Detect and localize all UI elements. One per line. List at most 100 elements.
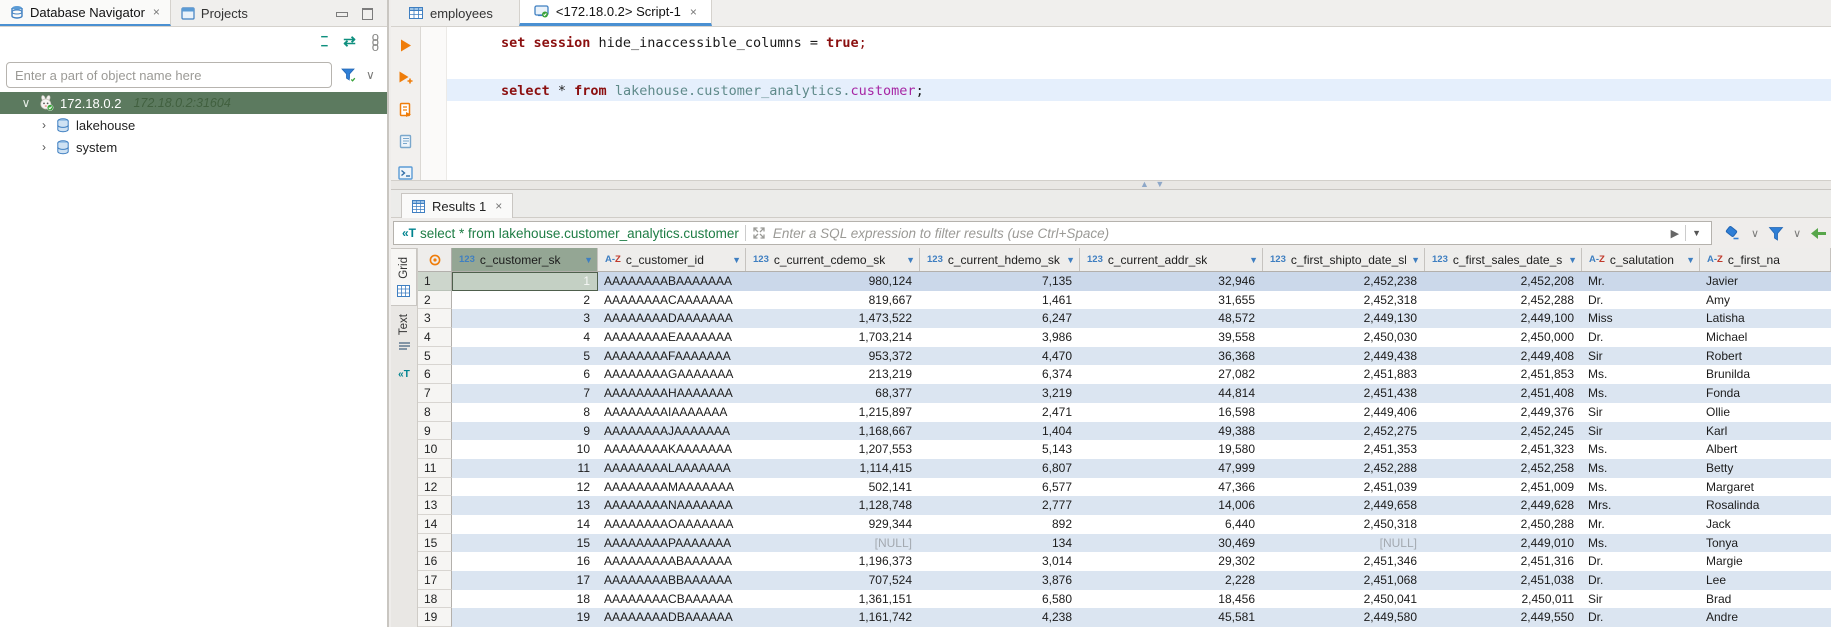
column-header-c_first_sales_date_sk[interactable]: 123c_first_sales_date_sk▼ (1425, 248, 1582, 271)
grid-cell[interactable]: AAAAAAAABAAAAAAA (598, 272, 746, 291)
grid-cell[interactable]: Dr. (1582, 608, 1700, 627)
column-menu-arrow-icon[interactable]: ▼ (1686, 255, 1695, 265)
grid-cell[interactable]: AAAAAAAADBAAAAAA (598, 608, 746, 627)
grid-cell[interactable]: 5,143 (920, 440, 1080, 459)
grid-cell[interactable]: Latisha (1700, 309, 1831, 328)
grid-cell[interactable]: 1,215,897 (746, 403, 920, 422)
row-number[interactable]: 14 (418, 515, 452, 534)
grid-cell[interactable]: [NULL] (746, 534, 920, 553)
grid-cell[interactable]: Albert (1700, 440, 1831, 459)
grid-cell[interactable]: 2,449,408 (1425, 347, 1582, 366)
grid-cell[interactable]: Miss (1582, 309, 1700, 328)
grid-cell[interactable]: [NULL] (1263, 534, 1425, 553)
grid-cell[interactable]: Lee (1700, 571, 1831, 590)
value-panel-icon-wrap[interactable]: «T (391, 361, 417, 388)
grid-cell[interactable]: 2,449,580 (1263, 608, 1425, 627)
grid-cell[interactable]: AAAAAAAACAAAAAAA (598, 291, 746, 310)
grid-cell[interactable]: 2,451,853 (1425, 365, 1582, 384)
grid-cell[interactable]: 2,451,039 (1263, 478, 1425, 497)
column-header-c_customer_id[interactable]: A-Zc_customer_id▼ (598, 248, 746, 271)
row-number[interactable]: 11 (418, 459, 452, 478)
grid-cell[interactable]: AAAAAAAAJAAAAAAA (598, 422, 746, 441)
grid-cell[interactable]: 16,598 (1080, 403, 1263, 422)
close-icon[interactable]: × (153, 5, 160, 19)
grid-cell[interactable]: 2,451,038 (1425, 571, 1582, 590)
grid-cell[interactable]: 1,361,151 (746, 590, 920, 609)
object-search-input[interactable] (6, 62, 332, 88)
grid-cell[interactable]: 14,006 (1080, 496, 1263, 515)
grid-cell[interactable]: 953,372 (746, 347, 920, 366)
grid-cell[interactable]: 44,814 (1080, 384, 1263, 403)
grid-cell[interactable]: 2,451,316 (1425, 552, 1582, 571)
grid-cell[interactable]: 2,449,628 (1425, 496, 1582, 515)
row-number[interactable]: 18 (418, 590, 452, 609)
grid-cell[interactable]: 4,470 (920, 347, 1080, 366)
grid-cell[interactable]: 3,219 (920, 384, 1080, 403)
grid-cell[interactable]: 1,168,667 (746, 422, 920, 441)
tab-projects[interactable]: Projects (171, 0, 258, 26)
grid-cell[interactable]: 3,986 (920, 328, 1080, 347)
grid-cell[interactable]: Sir (1582, 403, 1700, 422)
tab-grid-view[interactable]: Grid (391, 248, 417, 306)
expand-filter-icon[interactable] (752, 226, 766, 240)
row-number[interactable]: 10 (418, 440, 452, 459)
execute-icon[interactable] (399, 38, 413, 53)
minimize-icon[interactable] (335, 7, 347, 19)
collapse-all-icon[interactable]: −− (321, 32, 328, 50)
link-with-editor-icon[interactable]: ⇄ (343, 32, 356, 50)
grid-cell[interactable]: AAAAAAAADAAAAAAA (598, 309, 746, 328)
grid-cell[interactable]: AAAAAAAAOAAAAAAA (598, 515, 746, 534)
grid-cell[interactable]: 2,452,208 (1425, 272, 1582, 291)
grid-cell[interactable]: 68,377 (746, 384, 920, 403)
row-number[interactable]: 19 (418, 608, 452, 627)
grid-cell[interactable]: 1,207,553 (746, 440, 920, 459)
grid-cell[interactable]: 6,580 (920, 590, 1080, 609)
grid-cell[interactable]: 2,449,130 (1263, 309, 1425, 328)
column-header-c_first_na[interactable]: A-Zc_first_na (1700, 248, 1831, 271)
close-icon[interactable]: × (495, 199, 502, 213)
chevron-down-icon[interactable]: ∨ (1751, 227, 1759, 240)
grid-cell[interactable]: 4 (452, 328, 598, 347)
row-number[interactable]: 5 (418, 347, 452, 366)
tree-item-system[interactable]: › system (0, 136, 387, 158)
navigate-back-icon[interactable] (1810, 226, 1827, 241)
grid-cell[interactable]: 2,450,011 (1425, 590, 1582, 609)
grid-cell[interactable]: AAAAAAAAGAAAAAAA (598, 365, 746, 384)
grid-cell[interactable]: 2,452,258 (1425, 459, 1582, 478)
tree-item-connection[interactable]: ∨ 172.18.0.2 172.18.0.2:31604 (0, 92, 387, 114)
grid-cell[interactable]: 2,452,275 (1263, 422, 1425, 441)
grid-cell[interactable]: 1,161,742 (746, 608, 920, 627)
column-menu-arrow-icon[interactable]: ▼ (1066, 255, 1075, 265)
grid-cell[interactable]: Ollie (1700, 403, 1831, 422)
grid-cell[interactable]: 6 (452, 365, 598, 384)
grid-cell[interactable]: Ms. (1582, 384, 1700, 403)
grid-cell[interactable]: 980,124 (746, 272, 920, 291)
grid-cell[interactable]: Ms. (1582, 459, 1700, 478)
grid-cell[interactable]: 1,128,748 (746, 496, 920, 515)
grid-cell[interactable]: 47,999 (1080, 459, 1263, 478)
grid-cell[interactable]: 36,368 (1080, 347, 1263, 366)
grid-cell[interactable]: 2,449,406 (1263, 403, 1425, 422)
grid-cell[interactable]: 2,452,318 (1263, 291, 1425, 310)
grid-cell[interactable]: Sir (1582, 422, 1700, 441)
row-number[interactable]: 3 (418, 309, 452, 328)
filter-funnel-icon[interactable] (340, 66, 358, 84)
grid-cell[interactable]: AAAAAAAAMAAAAAAA (598, 478, 746, 497)
grid-cell[interactable]: 2,449,438 (1263, 347, 1425, 366)
grid-cell[interactable]: 2,450,030 (1263, 328, 1425, 347)
grid-cell[interactable]: 12 (452, 478, 598, 497)
row-number[interactable]: 4 (418, 328, 452, 347)
grid-cell[interactable]: 2,228 (1080, 571, 1263, 590)
grid-cell[interactable]: Brad (1700, 590, 1831, 609)
grid-cell[interactable]: Sir (1582, 347, 1700, 366)
editor-results-splitter[interactable]: ▲ ▼ (391, 180, 1831, 190)
row-number[interactable]: 1 (418, 272, 452, 291)
column-header-c_customer_sk[interactable]: 123c_customer_sk▼ (452, 248, 598, 271)
grid-cell[interactable]: Amy (1700, 291, 1831, 310)
grid-cell[interactable]: AAAAAAAABBAAAAAA (598, 571, 746, 590)
grid-cell[interactable]: 2,449,658 (1263, 496, 1425, 515)
tree-item-lakehouse[interactable]: › lakehouse (0, 114, 387, 136)
grid-cell[interactable]: 1,114,415 (746, 459, 920, 478)
grid-cell[interactable]: Robert (1700, 347, 1831, 366)
sql-editor-body[interactable]: set session hide_inaccessible_columns = … (421, 27, 1831, 180)
